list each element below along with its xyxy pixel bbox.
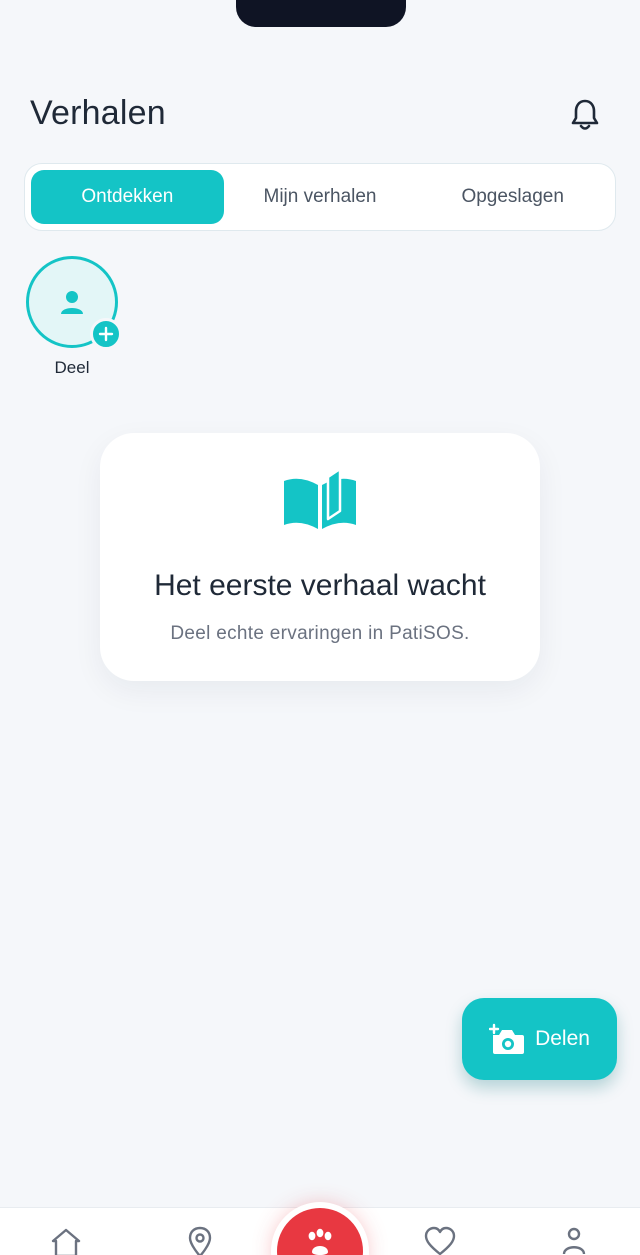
home-icon xyxy=(51,1228,81,1255)
user-icon xyxy=(61,291,83,314)
share-story-label: Deel xyxy=(54,358,90,377)
empty-state-subtitle: Deel echte ervaringen in PatiSOS. xyxy=(170,623,470,644)
add-story-icon xyxy=(90,318,122,350)
nav-map[interactable] xyxy=(180,1226,220,1255)
share-story-button[interactable]: Deel xyxy=(24,254,124,378)
tab-opgeslagen[interactable]: Opgeslagen xyxy=(416,170,609,224)
tab-ontdekken[interactable]: Ontdekken xyxy=(31,170,224,224)
heart-icon xyxy=(424,1226,456,1255)
bell-icon xyxy=(571,99,599,130)
nav-profile[interactable] xyxy=(554,1226,594,1255)
device-notch xyxy=(236,0,406,27)
nav-home[interactable] xyxy=(46,1226,86,1255)
profile-icon xyxy=(562,1227,586,1255)
notifications-button[interactable] xyxy=(566,96,604,134)
paw-icon xyxy=(308,1228,332,1255)
share-fab-label: Delen xyxy=(535,1027,590,1050)
empty-state-card: Het eerste verhaal wacht Deel echte erva… xyxy=(100,433,540,681)
location-icon xyxy=(188,1226,212,1255)
tab-mijn-verhalen[interactable]: Mijn verhalen xyxy=(224,170,417,224)
add-photo-icon xyxy=(489,1023,525,1054)
stories-screen: Verhalen Ontdekken Mijn verhalen Opgesla… xyxy=(0,0,640,1255)
page-title: Verhalen xyxy=(30,94,166,132)
open-book-icon xyxy=(284,469,356,529)
empty-state-title: Het eerste verhaal wacht xyxy=(154,569,486,602)
nav-favorites[interactable] xyxy=(420,1226,460,1255)
share-fab-button[interactable]: Delen xyxy=(462,998,617,1080)
story-tabs: Ontdekken Mijn verhalen Opgeslagen xyxy=(24,163,616,231)
